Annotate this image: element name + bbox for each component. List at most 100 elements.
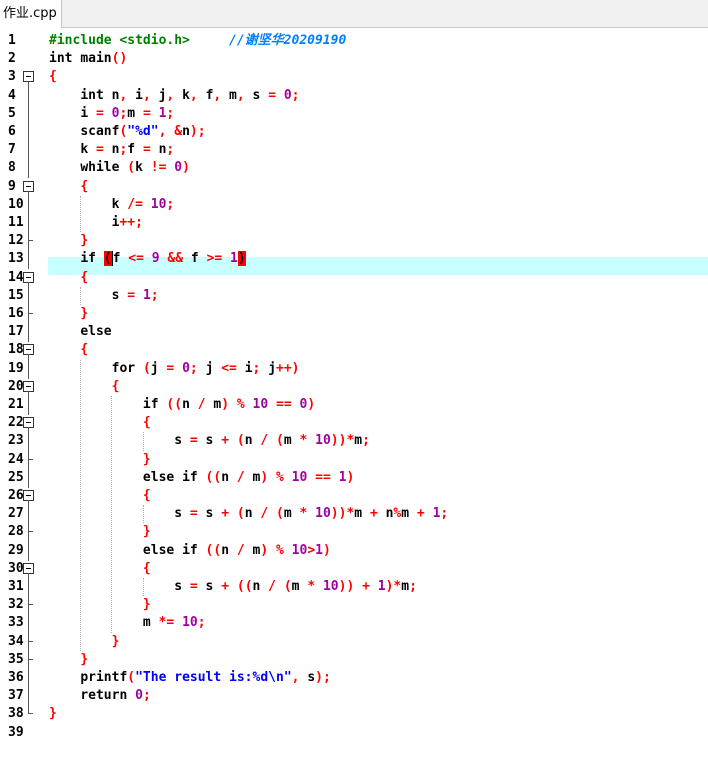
code-line[interactable]: 2 int main() [0, 50, 708, 68]
code-line[interactable]: 29 else if ((n / m) % 10>1) [0, 541, 708, 561]
code-line[interactable]: 10 k /= 10; [0, 195, 708, 215]
code-text: k /= 10; [111, 196, 175, 212]
fold-marker [23, 286, 34, 306]
code-line[interactable]: 12 } [0, 232, 708, 252]
fold-marker [23, 378, 34, 397]
code-text: else [80, 324, 112, 340]
code-text: printf("The result is:%d\n", s); [80, 670, 331, 685]
code-line[interactable]: 14 { [0, 269, 708, 288]
code-text: int n, i, j, k, f, m, s = 0; [80, 87, 300, 103]
code-line[interactable]: 13 if (f <= 9 && f >= 1) [0, 250, 708, 270]
fold-marker [23, 178, 34, 197]
fold-marker [23, 450, 34, 470]
code-line[interactable]: 24 } [0, 450, 708, 470]
code-text: } [80, 233, 89, 249]
fold-marker [23, 159, 34, 179]
code-text: } [111, 633, 120, 649]
code-line[interactable]: 7 k = n;f = n; [0, 141, 708, 161]
code-line[interactable]: 3{ [0, 68, 708, 88]
fold-marker [23, 487, 34, 506]
fold-marker [23, 687, 34, 707]
code-line[interactable]: 33 m *= 10; [0, 614, 708, 634]
fold-marker [23, 214, 34, 233]
code-line[interactable]: 19 for (j = 0; j <= i; j++) [0, 359, 708, 379]
code-line[interactable]: 11 i++; [0, 214, 708, 233]
fold-marker [23, 541, 34, 561]
code-line[interactable]: 8 while (k != 0) [0, 159, 708, 179]
code-line[interactable]: 32 } [0, 596, 708, 616]
code-line[interactable]: 26 { [0, 487, 708, 506]
code-text: } [80, 651, 89, 667]
code-editor[interactable]: 1 #include <stdio.h> //谢坚华20209190 2 int ma… [0, 28, 708, 767]
code-line[interactable]: 38} [0, 705, 708, 723]
fold-marker [23, 596, 34, 616]
code-line[interactable]: 34 } [0, 632, 708, 652]
code-line[interactable]: 30 { [0, 560, 708, 579]
code-text: { [111, 378, 120, 394]
fold-marker [23, 669, 34, 688]
code-text: { [80, 342, 89, 358]
code-text: if (f <= 9 && f >= 1) [80, 251, 246, 267]
code-text: } [142, 597, 151, 613]
code-line[interactable]: 23 s = s + (n / (m * 10))*m; [0, 432, 708, 452]
code-line[interactable]: 37 return 0; [0, 687, 708, 707]
code-text: { [80, 269, 89, 285]
code-text: { [142, 488, 151, 503]
code-line[interactable]: 22 { [0, 414, 708, 434]
code-line[interactable]: 36 printf("The result is:%d\n", s); [0, 669, 708, 688]
code-text: i++; [111, 215, 143, 230]
fold-marker [23, 86, 34, 106]
code-line[interactable]: 15 s = 1; [0, 286, 708, 306]
code-text: } [49, 706, 57, 722]
code-line[interactable]: 5 i = 0;m = 1; [0, 104, 708, 124]
fold-marker [23, 195, 34, 215]
code-line[interactable]: 16 } [0, 305, 708, 324]
fold-marker [23, 250, 34, 270]
code-line[interactable]: 1 #include <stdio.h> //谢坚华20209190 [0, 32, 708, 50]
code-text: #include <stdio.h> //谢坚华20209190 [49, 33, 347, 48]
code-line[interactable]: 35 } [0, 650, 708, 670]
code-text: s = s + ((n / (m * 10)) + 1)*m; [174, 579, 417, 594]
code-line[interactable]: 28 } [0, 523, 708, 543]
code-line[interactable]: 18 { [0, 341, 708, 361]
code-line[interactable]: 21 if ((n / m) % 10 == 0) [0, 396, 708, 415]
code-line[interactable]: 9 { [0, 178, 708, 197]
fold-marker [23, 614, 34, 634]
fold-marker [23, 323, 34, 343]
fold-marker [23, 50, 34, 68]
fold-marker [23, 396, 34, 415]
fold-marker [23, 505, 34, 525]
fold-marker [23, 141, 34, 161]
code-line[interactable]: 31 s = s + ((n / (m * 10)) + 1)*m; [0, 578, 708, 597]
indent-guide [80, 359, 82, 651]
fold-marker [23, 523, 34, 543]
fold-marker [23, 432, 34, 452]
fold-marker [23, 468, 34, 488]
code-line[interactable]: 27 s = s + (n / (m * 10))*m + n%m + 1; [0, 505, 708, 525]
fold-marker [23, 269, 34, 288]
code-text: } [80, 306, 89, 321]
code-text: s = s + (n / (m * 10))*m + n%m + 1; [174, 506, 449, 522]
code-text: k = n;f = n; [80, 142, 175, 158]
code-line[interactable]: 6 scanf("%d", &n); [0, 123, 708, 142]
fold-marker [23, 232, 34, 252]
code-text: } [142, 524, 151, 540]
code-line[interactable]: 25 else if ((n / m) % 10 == 1) [0, 468, 708, 488]
code-line[interactable]: 20 { [0, 378, 708, 397]
code-text: while (k != 0) [80, 160, 190, 176]
code-line[interactable]: 4 int n, i, j, k, f, m, s = 0; [0, 86, 708, 106]
indent-guide [142, 505, 144, 524]
indent-guide [80, 195, 82, 233]
indent-guide [111, 396, 113, 633]
file-tab[interactable]: 作业.cpp [0, 0, 62, 28]
fold-marker [23, 359, 34, 379]
code-text: i = 0;m = 1; [80, 105, 175, 121]
code-line[interactable]: 17 else [0, 323, 708, 343]
fold-marker [23, 305, 34, 324]
code-text: { [142, 415, 151, 431]
fold-marker [23, 123, 34, 142]
fold-marker [23, 632, 34, 652]
code-text: m *= 10; [142, 615, 206, 631]
fold-marker [23, 341, 34, 361]
code-line[interactable]: 39 [0, 724, 708, 742]
